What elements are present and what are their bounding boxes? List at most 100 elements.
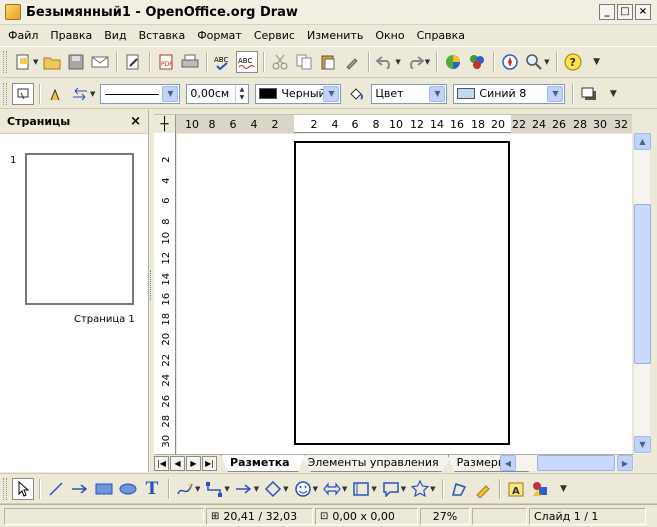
undo-icon[interactable] xyxy=(374,51,396,73)
minimize-button[interactable]: _ xyxy=(599,4,615,20)
scroll-up-button[interactable]: ▲ xyxy=(634,133,651,150)
email-icon[interactable] xyxy=(89,51,111,73)
cut-icon[interactable] xyxy=(269,51,291,73)
insert-image-icon[interactable] xyxy=(529,478,551,500)
save-icon[interactable] xyxy=(65,51,87,73)
menu-window[interactable]: Окно xyxy=(375,29,404,42)
chevron-down-icon[interactable]: ▼ xyxy=(425,58,430,66)
toolbar-overflow-icon[interactable]: ▼ xyxy=(553,478,575,500)
horizontal-scrollbar[interactable]: ◀ ▶ xyxy=(500,455,634,471)
area-fill-icon[interactable] xyxy=(345,83,367,105)
chevron-down-icon[interactable]: ▼ xyxy=(224,485,229,493)
styles-icon[interactable] xyxy=(12,82,34,105)
arrow-style-icon[interactable] xyxy=(69,83,91,105)
chevron-down-icon[interactable]: ▼ xyxy=(195,485,200,493)
menu-insert[interactable]: Вставка xyxy=(139,29,186,42)
chevron-down-icon[interactable]: ▼ xyxy=(162,85,179,102)
maximize-button[interactable]: □ xyxy=(617,4,633,20)
line-color-select[interactable]: Черный ▼ xyxy=(255,83,342,104)
copy-icon[interactable] xyxy=(293,51,315,73)
tab-stop-icon[interactable]: ┼ xyxy=(154,115,176,133)
menu-format[interactable]: Формат xyxy=(197,29,242,42)
vertical-scrollbar[interactable]: ▲ ▼ xyxy=(633,133,651,454)
points-edit-icon[interactable] xyxy=(448,478,470,500)
block-arrows-icon[interactable] xyxy=(321,478,343,500)
chevron-down-icon[interactable]: ▼ xyxy=(395,58,400,66)
chevron-down-icon[interactable]: ▼ xyxy=(33,58,38,66)
chart-icon[interactable] xyxy=(442,51,464,73)
ellipse-tool-icon[interactable] xyxy=(117,478,139,500)
vertical-scroll-thumb[interactable] xyxy=(634,204,651,364)
redo-icon[interactable] xyxy=(404,51,426,73)
chevron-down-icon[interactable]: ▼ xyxy=(90,90,95,98)
scroll-down-button[interactable]: ▼ xyxy=(634,436,651,453)
drawing-page[interactable] xyxy=(294,141,510,445)
tab-controls[interactable]: Элементы управления xyxy=(298,455,454,472)
callouts-icon[interactable] xyxy=(380,478,402,500)
tab-prev-button[interactable]: ◀ xyxy=(170,456,185,471)
tab-layout[interactable]: Разметка xyxy=(221,455,305,472)
toolbar-grip[interactable] xyxy=(3,477,7,500)
chevron-down-icon[interactable]: ▼ xyxy=(283,485,288,493)
toolbar-overflow-icon[interactable]: ▼ xyxy=(586,51,608,73)
line-icon[interactable] xyxy=(45,83,67,105)
chevron-down-icon[interactable]: ▼ xyxy=(547,85,564,102)
format-paintbrush-icon[interactable] xyxy=(341,51,363,73)
line-tool-icon[interactable] xyxy=(45,478,67,500)
vertical-ruler[interactable]: 2 4 6 8 10 12 14 16 18 20 22 24 26 28 30 xyxy=(154,133,176,454)
curve-tool-icon[interactable] xyxy=(174,478,196,500)
line-width-spinner[interactable]: ▲ ▼ xyxy=(235,85,247,102)
symbol-shapes-icon[interactable] xyxy=(292,478,314,500)
chevron-down-icon[interactable]: ▼ xyxy=(429,85,446,102)
text-tool-icon[interactable]: T xyxy=(141,478,163,500)
spellcheck-icon[interactable]: ABC xyxy=(212,51,234,73)
new-document-icon[interactable] xyxy=(12,51,34,73)
export-pdf-icon[interactable]: PDF xyxy=(155,51,177,73)
toolbar-grip[interactable] xyxy=(3,51,7,73)
chevron-down-icon[interactable]: ▼ xyxy=(323,85,340,102)
open-folder-icon[interactable] xyxy=(41,51,63,73)
chevron-down-icon[interactable]: ▼ xyxy=(254,485,259,493)
chevron-down-icon[interactable]: ▼ xyxy=(430,485,435,493)
toolbar-grip[interactable] xyxy=(3,82,7,105)
rectangle-tool-icon[interactable] xyxy=(93,478,115,500)
tab-next-button[interactable]: ▶ xyxy=(186,456,201,471)
horizontal-scroll-thumb[interactable] xyxy=(537,455,615,471)
edit-file-icon[interactable] xyxy=(122,51,144,73)
chevron-down-icon[interactable]: ▼ xyxy=(342,485,347,493)
gallery-icon[interactable] xyxy=(466,51,488,73)
status-zoom[interactable]: 27% xyxy=(420,507,470,525)
connector-tool-icon[interactable] xyxy=(203,478,225,500)
toolbar-overflow-icon[interactable]: ▼ xyxy=(602,83,624,105)
page-thumbnail[interactable] xyxy=(25,153,134,305)
scroll-left-button[interactable]: ◀ xyxy=(500,455,516,471)
lines-arrows-tool-icon[interactable] xyxy=(233,478,255,500)
line-width-field[interactable]: 0,00см ▲ ▼ xyxy=(186,83,250,104)
select-arrow-icon[interactable] xyxy=(12,477,34,500)
paste-icon[interactable] xyxy=(317,51,339,73)
drawing-canvas[interactable] xyxy=(177,134,632,454)
tab-first-button[interactable]: |◀ xyxy=(154,456,169,471)
menu-edit[interactable]: Правка xyxy=(50,29,92,42)
glue-points-icon[interactable] xyxy=(472,478,494,500)
menu-view[interactable]: Вид xyxy=(104,29,126,42)
navigator-icon[interactable] xyxy=(499,51,521,73)
arrow-line-tool-icon[interactable] xyxy=(69,478,91,500)
chevron-down-icon[interactable]: ▼ xyxy=(313,485,318,493)
menu-tools[interactable]: Сервис xyxy=(254,29,295,42)
help-icon[interactable]: ? xyxy=(562,51,584,73)
area-style-select[interactable]: Цвет ▼ xyxy=(371,83,448,104)
scroll-right-button[interactable]: ▶ xyxy=(617,455,633,471)
zoom-icon[interactable] xyxy=(523,51,545,73)
tab-last-button[interactable]: ▶| xyxy=(202,456,217,471)
menu-file[interactable]: Файл xyxy=(8,29,38,42)
line-style-select[interactable]: ▼ xyxy=(100,83,181,104)
chevron-down-icon[interactable]: ▼ xyxy=(544,58,549,66)
close-icon[interactable]: × xyxy=(130,114,141,129)
chevron-down-icon[interactable]: ▼ xyxy=(371,485,376,493)
autospellcheck-icon[interactable]: ABC xyxy=(236,51,259,73)
shadow-icon[interactable] xyxy=(578,83,600,105)
stars-icon[interactable] xyxy=(409,478,431,500)
chevron-down-icon[interactable]: ▼ xyxy=(401,485,406,493)
horizontal-ruler[interactable]: ┼ 10 8 6 4 2 2 4 6 8 10 12 14 16 18 20 2… xyxy=(154,114,632,133)
